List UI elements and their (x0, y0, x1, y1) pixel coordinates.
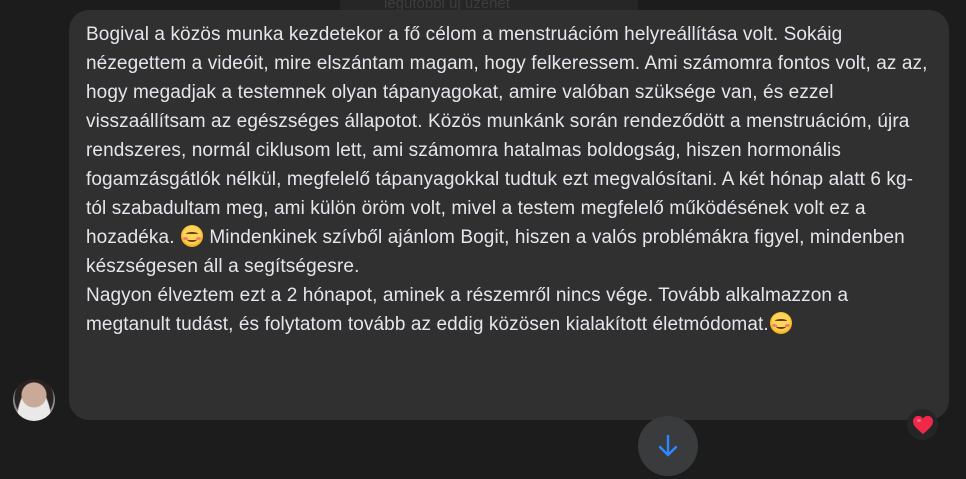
message-bubble[interactable]: Bogival a közös munka kezdetekor a fő cé… (69, 10, 949, 420)
message-paragraph-1-part-1: Bogival a közös munka kezdetekor a fő cé… (86, 24, 933, 248)
smiling-face-emoji-icon-end (769, 312, 792, 334)
heart-reaction[interactable] (907, 409, 938, 440)
sender-avatar[interactable] (13, 379, 55, 421)
message-text: Bogival a közös munka kezdetekor a fő cé… (86, 20, 933, 339)
arrow-down-icon (658, 434, 678, 457)
chat-view: legutóbbi új üzenet Bogival a közös munk… (0, 0, 966, 479)
scroll-to-bottom-button[interactable] (638, 416, 698, 476)
message-paragraph-1-part-2: Mindenkinek szívből ajánlom Bogit, hisze… (86, 227, 911, 277)
smiling-face-emoji-icon (180, 225, 203, 247)
message-paragraph-2: Nagyon élveztem ezt a 2 hónapot, aminek … (86, 285, 854, 335)
heart-icon (912, 415, 933, 434)
